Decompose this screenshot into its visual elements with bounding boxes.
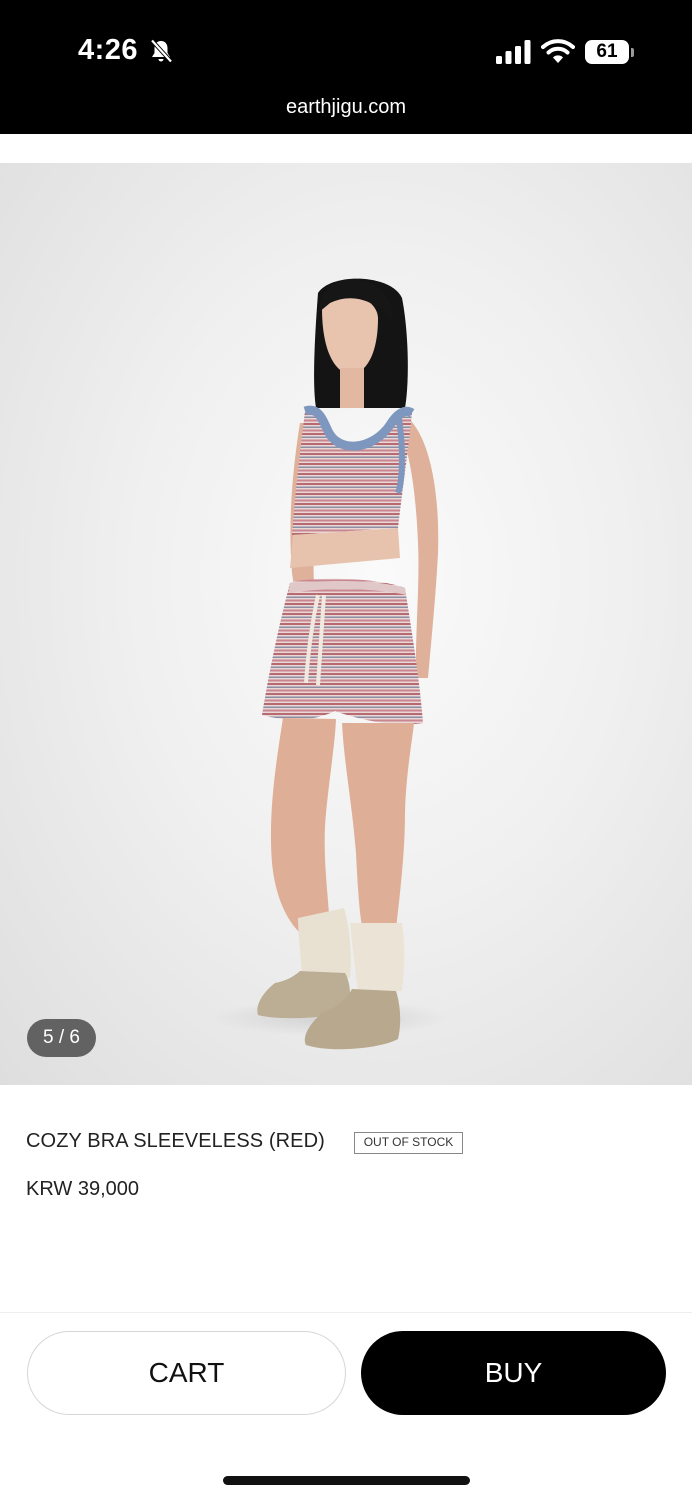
product-gallery[interactable]: 5 / 6 <box>0 163 692 1085</box>
status-time: 4:26 <box>78 34 139 66</box>
home-indicator[interactable] <box>223 1476 470 1485</box>
battery-icon: 61 <box>585 38 635 66</box>
buy-button[interactable]: BUY <box>361 1331 666 1415</box>
battery-tip <box>631 48 634 57</box>
product-price: KRW 39,000 <box>26 1178 140 1200</box>
bell-slash-icon <box>150 39 173 63</box>
gallery-page-counter: 5 / 6 <box>27 1019 96 1057</box>
status-bar: 4:26 61 earthjigu.com <box>0 0 692 134</box>
site-url[interactable]: earthjigu.com <box>0 96 692 119</box>
signal-icon <box>496 40 531 64</box>
cart-button[interactable]: CART <box>27 1331 346 1415</box>
action-bar-divider <box>0 1312 692 1313</box>
battery-level: 61 <box>585 40 629 64</box>
product-photo <box>210 278 450 1050</box>
wifi-icon <box>541 39 575 63</box>
product-name: COZY BRA SLEEVELESS (RED) <box>26 1130 325 1152</box>
stock-status-badge: OUT OF STOCK <box>354 1132 463 1154</box>
